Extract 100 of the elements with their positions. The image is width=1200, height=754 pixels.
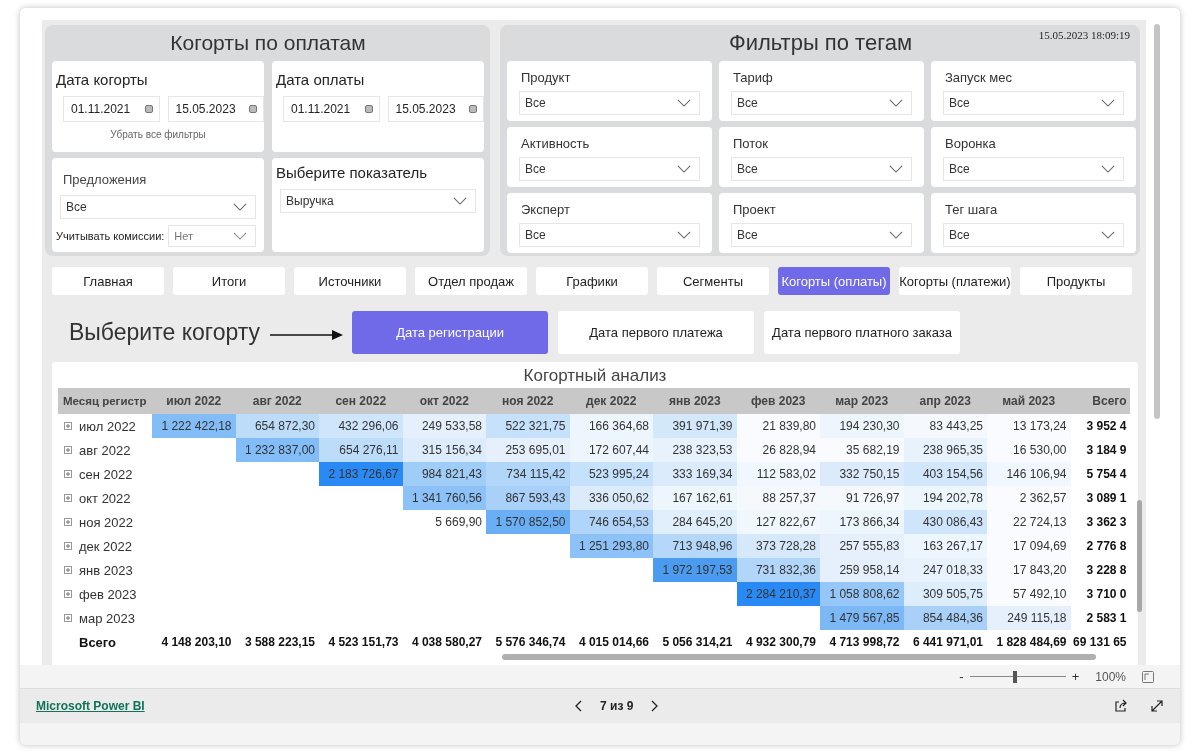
filter-label: Тариф — [732, 70, 774, 85]
table-cell: 1 341 760,56 — [402, 486, 486, 510]
dropdown[interactable]: Все — [943, 157, 1124, 181]
table-cell: 1 570 852,50 — [486, 510, 570, 534]
page-indicator: 7 из 9 — [600, 699, 634, 713]
dropdown[interactable]: Все — [731, 91, 912, 115]
row-header: янв 2023 — [79, 562, 133, 578]
row-header: фев 2023 — [79, 586, 137, 602]
nav-tab[interactable]: Главная — [52, 267, 164, 295]
calendar-icon — [364, 105, 373, 113]
table-cell: 57 492,10 — [987, 582, 1071, 606]
nav-tab[interactable]: Сегменты — [657, 267, 769, 295]
table-title: Когортный анализ — [522, 365, 668, 387]
dropdown[interactable]: Нет — [168, 225, 256, 247]
cohort-option-button[interactable]: Дата регистрации — [352, 311, 549, 354]
fit-to-page-icon[interactable] — [1142, 670, 1154, 683]
table-cell-text: 4 932 300,79 — [744, 634, 817, 651]
table-cell: 654 872,30 — [235, 414, 319, 438]
table-cell: 166 364,68 — [569, 414, 653, 438]
date-field[interactable]: 01.11.2021 — [63, 96, 160, 122]
nav-tab[interactable]: Когорты (оплаты) — [778, 267, 890, 295]
cohort-option-button[interactable]: Дата первого платного заказа — [764, 311, 961, 354]
table-cell-text: 3 184 9 — [1085, 442, 1128, 459]
table-cell: 731 832,36 — [736, 558, 820, 582]
dropdown[interactable]: Все — [731, 223, 912, 247]
chevron-down-icon — [677, 165, 691, 173]
nav-tab[interactable]: Когорты (платежи) — [899, 267, 1011, 295]
filter-label: Продукт — [520, 70, 572, 85]
scrollbar[interactable] — [1154, 24, 1160, 419]
nav-tab[interactable]: Отдел продаж — [415, 267, 527, 295]
dropdown[interactable]: Все — [60, 195, 256, 219]
filter-label: Учитывать комиссии: — [56, 230, 165, 242]
scrollbar[interactable] — [502, 654, 1096, 660]
table-cell: 13 173,24 — [987, 414, 1071, 438]
cohort-option-button[interactable]: Дата первого платежа — [558, 311, 755, 354]
dropdown[interactable]: Все — [943, 223, 1124, 247]
nav-tab[interactable]: Источники — [294, 267, 406, 295]
row-header: дек 2022 — [79, 538, 133, 554]
scrollbar[interactable] — [1137, 500, 1142, 612]
table-cell: 332 750,15 — [820, 462, 904, 486]
dropdown[interactable]: Все — [943, 91, 1124, 115]
dropdown[interactable]: Выручка — [280, 189, 476, 213]
filter-label: Дата когорты — [55, 70, 149, 88]
table-cell: 127 822,67 — [736, 510, 820, 534]
chevron-down-icon — [233, 232, 247, 240]
table-cell-text: 5 576 346,74 — [494, 634, 567, 651]
brand-link[interactable]: Microsoft Power BI — [36, 699, 145, 713]
table-cell: 26 828,94 — [736, 438, 820, 462]
chevron-down-icon — [677, 231, 691, 239]
timestamp: 15.05.2023 18:09:19 — [1038, 29, 1130, 41]
previous-page-icon[interactable] — [575, 700, 582, 712]
filter-label: Тег шага — [944, 202, 999, 217]
nav-tab[interactable]: Итоги — [173, 267, 285, 295]
filter-label: Предложения — [62, 171, 148, 187]
row-header: мар 2023 — [79, 610, 135, 626]
table-cell: 1 232 837,00 — [235, 438, 319, 462]
expand-icon[interactable] — [1150, 699, 1164, 713]
chevron-down-icon — [233, 203, 247, 211]
row-header: сен 2022 — [79, 466, 133, 482]
next-page-icon[interactable] — [651, 700, 659, 712]
table-cell: 333 169,34 — [653, 462, 737, 486]
panel-title: Когорты по оплатам — [169, 30, 367, 56]
clear-filters-link[interactable]: Убрать все фильтры — [110, 129, 206, 140]
dropdown[interactable]: Все — [519, 223, 700, 247]
nav-tab[interactable]: Продукты — [1020, 267, 1132, 295]
filter-label: Дата оплаты — [275, 70, 366, 88]
table-cell: 17 843,20 — [987, 558, 1071, 582]
zoom-out-button[interactable]: - — [959, 669, 964, 684]
table-cell: 984 821,43 — [402, 462, 486, 486]
dropdown[interactable]: Все — [519, 91, 700, 115]
table-cell: 247 018,33 — [903, 558, 987, 582]
slider-thumb[interactable] — [1012, 670, 1017, 683]
date-field[interactable]: 01.11.2021 — [283, 96, 380, 122]
chevron-down-icon — [1101, 231, 1115, 239]
dropdown[interactable]: Все — [731, 157, 912, 181]
table-cell: 146 106,94 — [987, 462, 1071, 486]
table-cell: 163 267,17 — [903, 534, 987, 558]
dropdown[interactable]: Все — [519, 157, 700, 181]
table-cell-text: 69 131 65 — [1072, 634, 1128, 651]
column-header: авг 2022 — [251, 393, 303, 410]
share-icon[interactable] — [1114, 699, 1128, 713]
table-cell-text: 3 228 8 — [1085, 562, 1128, 579]
table-cell-text: 3 362 3 — [1085, 514, 1128, 531]
date-field[interactable]: 15.05.2023 — [167, 96, 264, 122]
calendar-icon — [469, 105, 477, 113]
column-header: сен 2022 — [334, 393, 388, 410]
table-cell-text: 4 713 998,72 — [828, 634, 901, 651]
table-cell: 403 154,56 — [903, 462, 987, 486]
row-header: окт 2022 — [79, 490, 131, 506]
table-cell: 523 995,24 — [569, 462, 653, 486]
date-field[interactable]: 15.05.2023 — [387, 96, 484, 122]
column-header: июл 2022 — [165, 393, 223, 410]
table-cell: 746 654,53 — [569, 510, 653, 534]
zoom-in-button[interactable]: + — [1071, 669, 1080, 684]
table-cell: 522 321,75 — [486, 414, 570, 438]
nav-tab[interactable]: Графики — [536, 267, 648, 295]
arrow-icon — [270, 328, 345, 341]
chevron-down-icon — [889, 231, 903, 239]
table-cell: 654 276,11 — [319, 438, 403, 462]
filter-label: Запуск мес — [944, 70, 1013, 85]
